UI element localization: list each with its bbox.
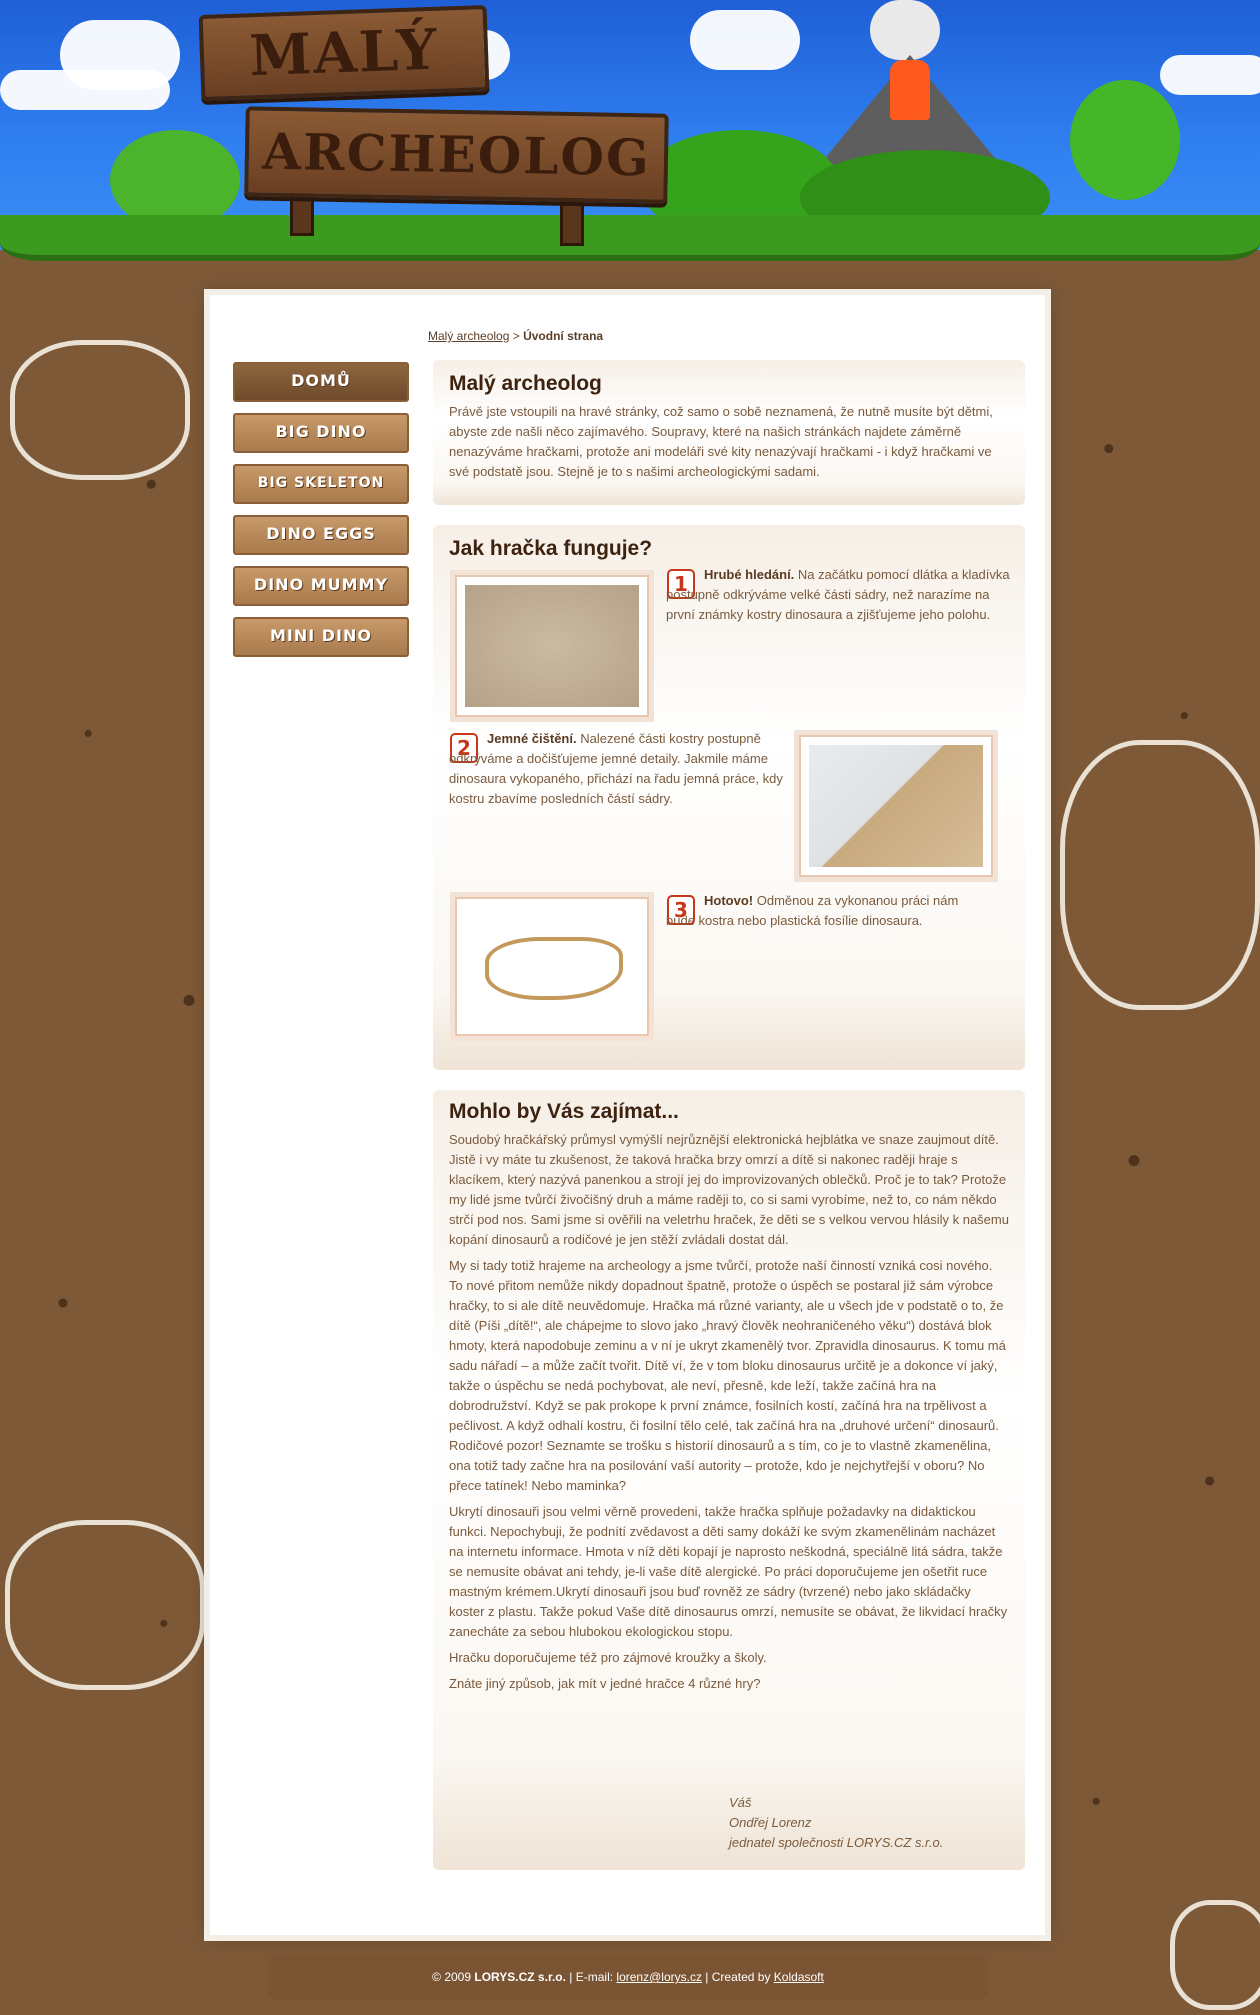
more-paragraph-3: Ukrytí dinosauři jsou velmi věrně proved… [449,1504,1008,1639]
dino-skeleton-left-top [10,340,190,480]
menu-item-big-skeleton[interactable]: BIG SKELETON [233,464,409,504]
step1-text: Hrubé hledání. Na začátku pomocí dlátka … [666,565,1011,625]
footer-company: LORYS.CZ s.r.o. [474,1970,566,1984]
footer: © 2009 LORYS.CZ s.r.o. | E-mail: lorenz@… [268,1955,988,2000]
intro-text: Právě jste vstoupili na hravé stránky, c… [449,404,993,479]
step1-photo [455,575,649,717]
signature-name: Ondřej Lorenz [729,1815,812,1830]
how-section: Jak hračka funguje? 1 Hrubé hledání. Na … [433,525,1025,1070]
logo-sign-bottom[interactable]: ARCHEOLOG [244,106,669,204]
logo-line1: MALÝ [248,16,440,90]
step3-heading: Hotovo! [704,893,754,908]
step2-photo [799,735,993,877]
step3-photo [455,897,649,1036]
more-paragraph-2: My si tady totiž hrajeme na archeology a… [449,1258,1006,1493]
menu-item-big-dino[interactable]: BIG DINO [233,413,409,453]
menu-item-domu[interactable]: DOMŮ [233,362,409,402]
intro-section: Malý archeolog Právě jste vstoupili na h… [433,360,1025,505]
dino-skeleton-right-bottom [1170,1900,1260,2010]
volcano-smoke [870,0,940,60]
signature: Váš Ondřej Lorenz jednatel společnosti L… [729,1793,943,1853]
step2-text: Jemné čištění. Nalezené části kostry pos… [449,729,794,809]
signature-role: jednatel společnosti LORYS.CZ s.r.o. [729,1835,944,1850]
signature-greeting: Váš [729,1795,752,1810]
logo-line2: ARCHEOLOG [261,121,652,188]
footer-email-link[interactable]: lorenz@lorys.cz [616,1970,702,1984]
more-paragraph-5: Znáte jiný způsob, jak mít v jedné hračc… [449,1676,761,1691]
grass-strip [0,215,1260,261]
breadcrumb-separator: > [512,329,520,343]
breadcrumb: Malý archeolog > Úvodní strana [428,329,603,343]
how-title: Jak hračka funguje? [449,537,653,560]
step2-heading: Jemné čištění. [487,731,577,746]
lava-icon [890,60,930,120]
step1-heading: Hrubé hledání. [704,567,795,582]
dino-skeleton-right-middle [1060,740,1260,1010]
footer-email-label: | E-mail: [565,1970,617,1984]
menu-item-dino-mummy[interactable]: DINO MUMMY [233,566,409,606]
more-section: Mohlo by Vás zajímat... Soudobý hračkářs… [433,1090,1025,1870]
more-paragraph-4: Hračku doporučujeme též pro zájmové krou… [449,1650,767,1665]
sidebar-menu: DOMŮ BIG DINO BIG SKELETON DINO EGGS DIN… [233,362,409,668]
more-title: Mohlo by Vás zajímat... [449,1100,679,1123]
footer-copyright: © 2009 [432,1970,472,1984]
breadcrumb-current: Úvodní strana [523,329,604,343]
breadcrumb-home-link[interactable]: Malý archeolog [428,329,509,343]
footer-creator-link[interactable]: Koldasoft [774,1970,824,1984]
menu-item-mini-dino[interactable]: MINI DINO [233,617,409,657]
more-paragraph-1: Soudobý hračkářský průmysl vymýšlí nejrů… [449,1132,1009,1247]
step3-text: Hotovo! Odměnou za vykonanou práci nám b… [666,891,976,931]
intro-title: Malý archeolog [449,372,602,395]
footer-created-label: | Created by [701,1970,774,1984]
dino-skeleton-left-bottom [5,1520,205,1690]
logo-sign-top[interactable]: MALÝ [198,5,490,101]
menu-item-dino-eggs[interactable]: DINO EGGS [233,515,409,555]
